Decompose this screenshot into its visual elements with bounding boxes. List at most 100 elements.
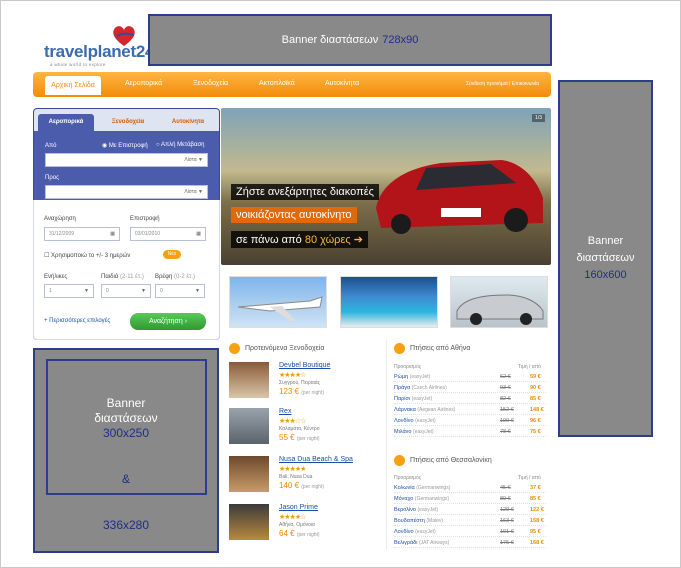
to-input[interactable]: Λίστα ▼ xyxy=(45,185,208,199)
hotel-location: Bali, Nusa Dua xyxy=(279,474,313,480)
nav-tab-ferries[interactable]: Ακτοπλοϊκά xyxy=(259,80,295,87)
flight-row[interactable]: Βελιγράδι (JAT Airways) 175 €168 € xyxy=(394,539,546,548)
adults-select[interactable]: 1 ▼ xyxy=(44,284,94,298)
from-label: Από xyxy=(45,143,57,149)
hotel-location: Καλαμάτα, Κέντρο xyxy=(279,426,320,432)
flights-thess-col-dest: Προορισμός xyxy=(394,475,422,481)
site-logo[interactable]: travelplanet24 a whole world to explore xyxy=(44,24,154,68)
children-label: Παιδιά (2-11 έτ.) xyxy=(101,274,144,280)
hotel-stars: ★★★☆☆ xyxy=(279,418,306,425)
hero-line-3: σε πάνω από 80 χώρες ➔ xyxy=(231,231,368,248)
return-date-input[interactable]: 03/01/2010 ▦ xyxy=(130,227,206,241)
flights-athens-title: Πτήσεις από Αθήνα xyxy=(410,345,471,352)
thumb-airplane[interactable] xyxy=(229,276,327,328)
trip-return-radio[interactable]: ◉ Με Επιστροφή xyxy=(102,142,148,149)
hotel-name[interactable]: Devbel Boutique xyxy=(279,362,330,369)
nav-tab-cars[interactable]: Αυτοκίνητα xyxy=(325,80,359,87)
hotel-price: 123 € (per night) xyxy=(279,387,325,396)
hotel-card[interactable]: Jason Prime ★★★★☆ Αθήνα, Ομόνοια 64 € (p… xyxy=(229,504,379,542)
flights-athens-col-dest: Προορισμός xyxy=(394,364,422,370)
hotel-name[interactable]: Rex xyxy=(279,408,291,415)
left-banner-size-1: 300x250 xyxy=(102,426,150,440)
hotels-title: Προτεινόμενα Ξενοδοχεία xyxy=(245,345,325,352)
infants-label: Βρέφη (0-2 έτ.) xyxy=(155,274,196,280)
depart-label: Αναχώρηση xyxy=(44,216,76,222)
nav-tab-hotels[interactable]: Ξενοδοχεία xyxy=(193,80,228,87)
silver-car-icon xyxy=(456,294,544,325)
hero-line-1: Ζήστε ανεξάρτητες διακοπές xyxy=(231,184,379,200)
calendar-icon[interactable]: ▦ xyxy=(196,231,201,237)
flex-dates-checkbox[interactable]: ☐ Χρησιμοποιώ το +/- 3 ημερών xyxy=(44,252,130,259)
main-nav: Αρχική Σελίδα Αεροπορικά Ξενοδοχεία Ακτο… xyxy=(33,72,551,97)
top-banner-size: 728x90 xyxy=(382,34,419,46)
hotel-photo xyxy=(229,408,269,444)
search-button[interactable]: Αναζήτηση › xyxy=(130,313,206,330)
left-banner-size-2: 336x280 xyxy=(102,518,150,532)
flight-row[interactable]: Παρίσι (easyJet) 82 €85 € xyxy=(394,395,546,404)
red-car-image xyxy=(376,160,543,234)
hotel-name[interactable]: Jason Prime xyxy=(279,504,318,511)
hero-line-2: νοικιάζοντας αυτοκίνητο xyxy=(231,207,357,223)
flight-row[interactable]: Κολωνία (Germanwings) 45 €37 € xyxy=(394,484,546,493)
trip-oneway-radio[interactable]: ○ Απλή Μετάβαση xyxy=(156,142,205,148)
from-input[interactable]: Λίστα ▼ xyxy=(45,153,208,167)
plane-section-icon xyxy=(394,343,405,354)
thumb-pool[interactable] xyxy=(340,276,438,328)
flex-info-badge[interactable]: Νέο xyxy=(163,250,181,259)
column-divider xyxy=(386,340,387,550)
flight-row[interactable]: Λονδίνο (easyJet) 100 €96 € xyxy=(394,417,546,426)
hotel-card[interactable]: Nusa Dua Beach & Spa ★★★★★ Bali, Nusa Du… xyxy=(229,456,379,494)
top-banner-label: Banner διαστάσεων xyxy=(281,34,379,46)
flights-thess-title: Πτήσεις από Θεσσαλονίκη xyxy=(410,457,492,464)
tab-flights[interactable]: Αεροπορικά xyxy=(38,114,94,131)
children-select[interactable]: 0 ▼ xyxy=(101,284,151,298)
logo-tagline: a whole world to explore xyxy=(50,62,106,67)
adults-label: Ενήλικες xyxy=(44,274,68,280)
flight-row[interactable]: Βουδαπέστη (Malev) 163 €158 € xyxy=(394,517,546,526)
flight-row[interactable]: Πράγα (Czech Airlines) 93 €90 € xyxy=(394,384,546,393)
side-banner-label-1: Banner xyxy=(587,235,624,247)
flight-row[interactable]: Μιλάνο (easyJet) 78 €75 € xyxy=(394,428,546,437)
flight-row[interactable]: Μόναχο (Germanwings) 89 €85 € xyxy=(394,495,546,504)
side-banner-label-2: διαστάσεων xyxy=(576,252,635,264)
calendar-icon[interactable]: ▦ xyxy=(110,231,115,237)
return-label: Επιστροφή xyxy=(130,216,160,222)
hotel-photo xyxy=(229,456,269,492)
hotel-card[interactable]: Devbel Boutique ★★★★☆ Συγγρού, Πειραιάς … xyxy=(229,362,379,400)
flight-row[interactable]: Λάρνακα (Aegean Airlines) 152 €148 € xyxy=(394,406,546,415)
tab-hotels[interactable]: Ξενοδοχεία xyxy=(100,114,156,131)
hotel-photo xyxy=(229,504,269,540)
tab-cars[interactable]: Αυτοκίνητα xyxy=(160,114,216,131)
flight-row[interactable]: Βερολίνο (easyJet) 129 €122 € xyxy=(394,506,546,515)
flights-thess-col-price: Τιμή / από xyxy=(518,475,541,481)
nav-tab-flights[interactable]: Αεροπορικά xyxy=(125,80,162,87)
nav-tab-home[interactable]: Αρχική Σελίδα xyxy=(45,76,101,95)
search-tabs: Αεροπορικά Ξενοδοχεία Αυτοκίνητα xyxy=(34,109,219,131)
hotel-card[interactable]: Rex ★★★☆☆ Καλαμάτα, Κέντρο 55 € (per nig… xyxy=(229,408,379,446)
flights-athens-col-price: Τιμή / από xyxy=(518,364,541,370)
hotel-stars: ★★★★☆ xyxy=(279,372,306,379)
flight-row[interactable]: Λονδίνο (easyJet) 101 €95 € xyxy=(394,528,546,537)
side-banner-ad[interactable]: Banner διαστάσεων 160x600 xyxy=(558,80,653,437)
nav-user-links[interactable]: Σύνδεση προνόμια | Επικοινωνία xyxy=(466,81,539,87)
left-banner-label-2: διαστάσεων xyxy=(94,411,158,425)
airplane-icon xyxy=(237,296,323,321)
side-banner-size: 160x600 xyxy=(584,269,627,281)
hotel-name[interactable]: Nusa Dua Beach & Spa xyxy=(279,456,353,463)
more-options-link[interactable]: + Περισσότερες επιλογές xyxy=(44,318,110,324)
hero-pager[interactable]: 1/3 xyxy=(532,114,545,122)
flight-row[interactable]: Ρώμη (easyJet) 62 €59 € xyxy=(394,373,546,382)
depart-date-input[interactable]: 31/12/2009 ▦ xyxy=(44,227,120,241)
hotel-stars: ★★★★☆ xyxy=(279,514,306,521)
hero-promo-banner[interactable]: 1/3 Ζήστε ανεξάρτητες διακοπές νοικιάζον… xyxy=(221,108,551,265)
to-label: Προς xyxy=(45,175,59,181)
hotel-section-icon xyxy=(229,343,240,354)
hotel-price: 140 € (per night) xyxy=(279,481,325,490)
thumb-car[interactable] xyxy=(450,276,548,328)
hotel-photo xyxy=(229,362,269,398)
plane-section-icon xyxy=(394,455,405,466)
hotel-price: 64 € (per night) xyxy=(279,529,320,538)
hotel-price: 55 € (per night) xyxy=(279,433,320,442)
infants-select[interactable]: 0 ▼ xyxy=(155,284,205,298)
top-banner-ad[interactable]: Banner διαστάσεων 728x90 xyxy=(148,14,552,66)
